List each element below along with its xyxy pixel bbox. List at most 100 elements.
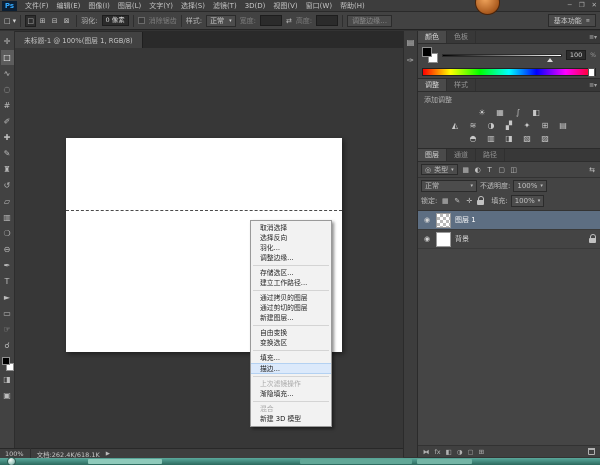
context-menu-item[interactable]: 选择反向 bbox=[251, 233, 331, 243]
dock-icon-dock-panel-b[interactable]: ✑ bbox=[407, 56, 414, 65]
adjustment-icon-color-lookup[interactable]: ▤ bbox=[556, 120, 570, 131]
tool-button-healing-brush[interactable]: ✚ bbox=[1, 130, 14, 145]
lock-icon-lock-image-pixels[interactable]: ✎ bbox=[452, 196, 462, 206]
visibility-eye-icon[interactable]: ◉ bbox=[422, 216, 432, 224]
menu-item[interactable]: 窗口(W) bbox=[302, 1, 336, 11]
context-menu-item[interactable]: 填充... bbox=[251, 353, 331, 363]
lock-all-icon[interactable] bbox=[477, 200, 484, 205]
layer-row-background[interactable]: ◉ 背景 bbox=[418, 230, 600, 249]
panel-menu-icon[interactable]: ≣▾ bbox=[589, 31, 600, 43]
fill-field[interactable]: 100% ▾ bbox=[511, 195, 545, 207]
layers-action-icon-layer-style[interactable]: fx bbox=[435, 448, 441, 456]
filter-toggle-icon[interactable]: ⇆ bbox=[587, 165, 597, 175]
context-menu-item[interactable]: 上次滤镜操作 bbox=[251, 379, 331, 389]
adjustment-icon-threshold[interactable]: ◨ bbox=[502, 133, 516, 144]
layers-action-icon-add-layer-mask[interactable]: ◧ bbox=[446, 448, 452, 456]
opacity-field[interactable]: 100% ▾ bbox=[513, 180, 547, 192]
context-menu-item[interactable]: 通过剪切的图层 bbox=[251, 303, 331, 313]
panel-menu-icon[interactable]: ≣▾ bbox=[589, 79, 600, 91]
adjustment-icon-brightness-contrast[interactable]: ☀ bbox=[475, 107, 489, 118]
context-menu-item[interactable]: 存储选区... bbox=[251, 268, 331, 278]
zoom-level-field[interactable]: 100% bbox=[5, 450, 24, 458]
tool-button-rectangular-marquee[interactable]: □ bbox=[1, 50, 14, 65]
restore-button[interactable]: ❐ bbox=[579, 1, 585, 9]
layers-tab[interactable]: 图层 bbox=[418, 149, 447, 161]
blend-mode-select[interactable]: 正常 ▾ bbox=[421, 180, 477, 192]
tool-button-eyedropper[interactable]: ✐ bbox=[1, 114, 14, 129]
lock-icon-lock-position[interactable]: ✛ bbox=[464, 196, 474, 206]
tab-adjustments[interactable]: 调整 bbox=[418, 79, 447, 91]
layers-tab[interactable]: 路径 bbox=[476, 149, 505, 161]
adjustment-icon-gradient-map[interactable]: ▧ bbox=[520, 133, 534, 144]
tool-button-hand[interactable]: ☞ bbox=[1, 322, 14, 337]
adjustment-icon-black-white[interactable]: ▞ bbox=[502, 120, 516, 131]
menu-item[interactable]: 选择(S) bbox=[177, 1, 209, 11]
tool-button-path-selection[interactable]: ► bbox=[1, 290, 14, 305]
menu-item[interactable]: 图像(I) bbox=[84, 1, 114, 11]
filter-icon-pixel-layer-filter[interactable]: ▦ bbox=[461, 165, 471, 175]
layers-action-icon-new-adjustment-layer[interactable]: ◑ bbox=[457, 448, 463, 456]
layers-action-icon-new-group[interactable]: ▢ bbox=[467, 448, 473, 456]
filter-icon-smart-object-filter[interactable]: ◫ bbox=[509, 165, 519, 175]
grayscale-slider[interactable] bbox=[442, 54, 562, 57]
context-menu-item[interactable]: 新建 3D 模型 bbox=[251, 414, 331, 424]
tool-preset-picker[interactable]: □ ▾ bbox=[4, 17, 16, 25]
screen-mode-button[interactable]: ▣ bbox=[1, 388, 14, 403]
slider-handle-icon[interactable] bbox=[547, 58, 553, 62]
status-menu-arrow-icon[interactable]: ▶ bbox=[106, 451, 110, 457]
tool-button-eraser[interactable]: ▱ bbox=[1, 194, 14, 209]
start-orb-icon[interactable] bbox=[7, 457, 16, 465]
context-menu-item[interactable]: 渐隐填充... bbox=[251, 389, 331, 399]
lock-icon-lock-transparent-pixels[interactable]: ▦ bbox=[440, 196, 450, 206]
adjustment-icon-curves[interactable]: ∫ bbox=[511, 107, 525, 118]
foreground-background-colors[interactable] bbox=[1, 357, 14, 371]
selection-mode-icon-subtract-from-selection[interactable]: ⊟ bbox=[49, 15, 60, 27]
tool-button-history-brush[interactable]: ↺ bbox=[1, 178, 14, 193]
filter-icon-adjustment-layer-filter[interactable]: ◐ bbox=[473, 165, 483, 175]
context-menu-item[interactable]: 混合 bbox=[251, 404, 331, 414]
filter-type-select[interactable]: ◎ 类型 ▾ bbox=[421, 164, 458, 175]
context-menu-item[interactable]: 建立工作路径... bbox=[251, 278, 331, 288]
adjustment-icon-photo-filter[interactable]: ✦ bbox=[520, 120, 534, 131]
context-menu-item[interactable]: 描边... bbox=[251, 363, 331, 374]
layers-action-icon-new-layer[interactable]: ⊞ bbox=[479, 448, 484, 456]
context-menu-item[interactable]: 自由变换 bbox=[251, 328, 331, 338]
adjustment-icon-color-balance[interactable]: ◑ bbox=[484, 120, 498, 131]
context-menu-item[interactable]: 新建图层... bbox=[251, 313, 331, 323]
menu-item[interactable]: 文字(Y) bbox=[145, 1, 177, 11]
quick-mask-button[interactable]: ◨ bbox=[1, 372, 14, 387]
menu-item[interactable]: 编辑(E) bbox=[53, 1, 85, 11]
tool-button-rectangle-shape[interactable]: ▭ bbox=[1, 306, 14, 321]
menu-item[interactable]: 帮助(H) bbox=[336, 1, 369, 11]
context-menu-item[interactable]: 变换选区 bbox=[251, 338, 331, 348]
close-button[interactable]: ✕ bbox=[592, 1, 597, 9]
context-menu-item[interactable]: 取消选择 bbox=[251, 223, 331, 233]
tool-button-brush[interactable]: ✎ bbox=[1, 146, 14, 161]
canvas-area[interactable] bbox=[15, 48, 403, 448]
context-menu-item[interactable]: 调整边缘... bbox=[251, 253, 331, 263]
menu-item[interactable]: 3D(D) bbox=[241, 2, 270, 10]
tab-styles[interactable]: 样式 bbox=[447, 79, 476, 91]
style-select[interactable]: 正常 ▾ bbox=[206, 15, 236, 27]
layers-action-icon-link-layers[interactable]: ⧓ bbox=[423, 448, 430, 456]
selection-mode-icon-new-selection[interactable]: □ bbox=[25, 15, 36, 27]
filter-icon-type-layer-filter[interactable]: T bbox=[485, 165, 495, 175]
menu-item[interactable]: 视图(V) bbox=[269, 1, 301, 11]
tool-button-gradient[interactable]: ▥ bbox=[1, 210, 14, 225]
width-input[interactable] bbox=[260, 15, 282, 26]
adjustment-icon-exposure[interactable]: ◧ bbox=[529, 107, 543, 118]
context-menu-item[interactable]: 羽化... bbox=[251, 243, 331, 253]
visibility-eye-icon[interactable]: ◉ bbox=[422, 235, 432, 243]
refine-edge-button[interactable]: 调整边缘… bbox=[347, 15, 392, 27]
white-swatch[interactable] bbox=[588, 68, 595, 77]
tool-button-crop[interactable]: # bbox=[1, 98, 14, 113]
menu-item[interactable]: 文件(F) bbox=[21, 1, 53, 11]
adjustment-icon-posterize[interactable]: ▥ bbox=[484, 133, 498, 144]
adjustment-icon-levels[interactable]: ▦ bbox=[493, 107, 507, 118]
menu-item[interactable]: 图层(L) bbox=[114, 1, 145, 11]
foreground-color-chip[interactable] bbox=[422, 47, 432, 57]
layers-tab[interactable]: 通道 bbox=[447, 149, 476, 161]
document-tab[interactable]: 未标题-1 @ 100%(图层 1, RGB/8) bbox=[15, 32, 143, 48]
layer-thumbnail[interactable] bbox=[436, 232, 451, 247]
layer-row-layer1[interactable]: ◉ 图层 1 bbox=[418, 211, 600, 230]
